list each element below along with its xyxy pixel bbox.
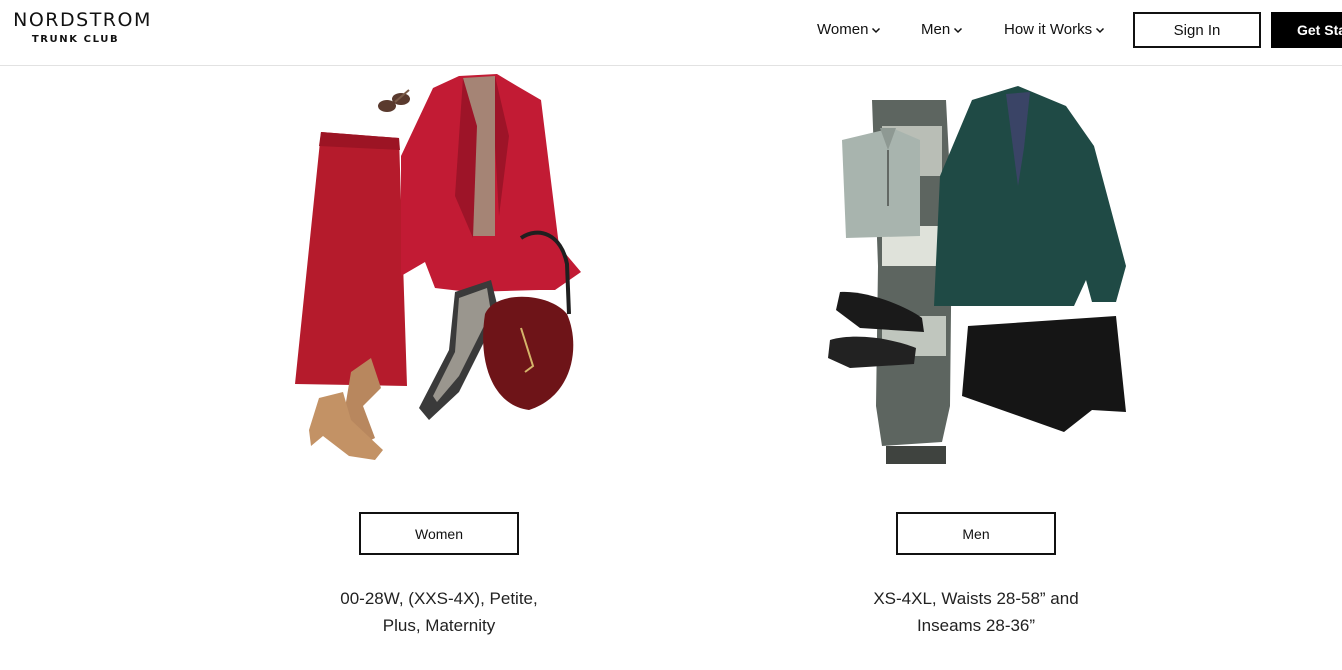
nordstrom-trunk-club-logo[interactable]: NORDSTROM TRUNK CLUB [10, 9, 155, 45]
sunglasses-shape [378, 89, 410, 112]
nav-men-label: Men [921, 21, 951, 38]
men-outfit-image[interactable] [796, 66, 1156, 486]
women-outfit-image[interactable] [259, 66, 619, 486]
nav-how-it-works-label: How it Works [1004, 21, 1093, 38]
men-sizes-text: XS-4XL, Waists 28-58” and Inseams 28-36” [796, 585, 1156, 639]
chevron-down-icon [1095, 25, 1105, 35]
men-outfit-panel [796, 66, 1156, 486]
sign-in-button[interactable]: Sign In [1133, 12, 1261, 48]
women-sizes-line-1: 00-28W, (XXS-4X), Petite, [340, 589, 538, 608]
men-sizes-line-1: XS-4XL, Waists 28-58” and [873, 589, 1079, 608]
site-header: NORDSTROM TRUNK CLUB Women Men How it Wo… [0, 0, 1342, 66]
men-sizes-line-2: Inseams 28-36” [916, 616, 1036, 635]
logo-subtitle: TRUNK CLUB [31, 34, 120, 45]
logo-wordmark: NORDSTROM [13, 9, 152, 31]
women-sizes-line-2: Plus, Maternity [382, 616, 496, 635]
chevron-down-icon [871, 25, 881, 35]
women-button[interactable]: Women [359, 512, 519, 555]
chevron-down-icon [953, 25, 963, 35]
women-outfit-panel [259, 66, 619, 486]
nav-how-it-works[interactable]: How it Works [1004, 21, 1105, 38]
nav-women[interactable]: Women [817, 21, 881, 38]
nav-women-label: Women [817, 21, 869, 38]
nav-men[interactable]: Men [921, 21, 963, 38]
men-button[interactable]: Men [896, 512, 1056, 555]
women-sizes-text: 00-28W, (XXS-4X), Petite, Plus, Maternit… [259, 585, 619, 639]
get-started-button[interactable]: Get Sta [1271, 12, 1342, 48]
